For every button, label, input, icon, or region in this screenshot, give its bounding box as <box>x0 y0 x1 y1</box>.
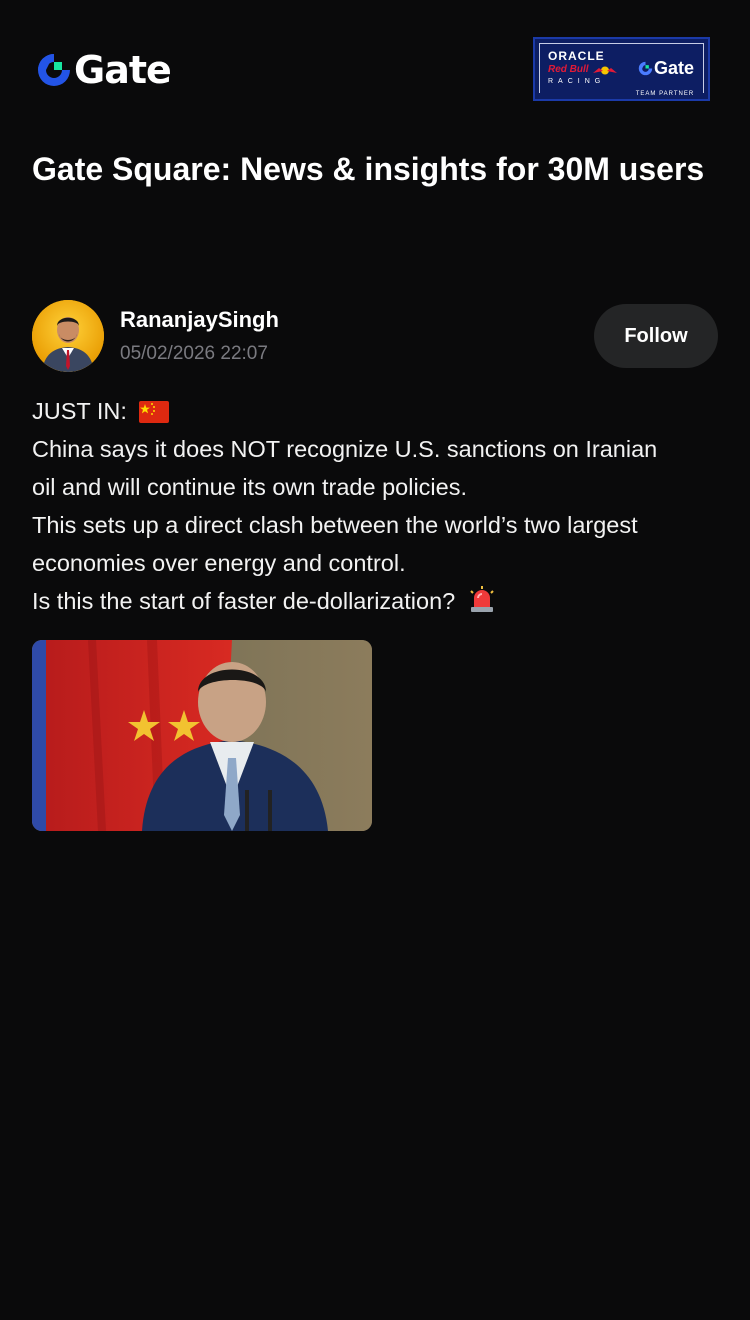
gate-logo-icon <box>38 54 70 86</box>
post-body: JUST IN: China says it does NOT recogniz… <box>32 392 722 620</box>
redbull-row: Red Bull <box>548 64 628 76</box>
post-line-text: Is this the start of faster de-dollariza… <box>32 588 456 614</box>
header: Gate ORACLE Red Bull RACING Gate TEAM PA… <box>0 0 750 140</box>
author-name[interactable]: RananjaySingh <box>120 306 279 334</box>
post-image[interactable] <box>32 640 372 831</box>
page-title: Gate Square: News & insights for 30M use… <box>32 151 705 187</box>
post-line: This sets up a direct clash between the … <box>32 512 638 538</box>
avatar[interactable] <box>32 300 104 372</box>
gate-mini-icon <box>638 61 653 75</box>
red-bull-icon <box>592 66 617 74</box>
post-line: oil and will continue its own trade poli… <box>32 474 467 500</box>
post-line-text: JUST IN: <box>32 398 127 424</box>
team-partner-text: TEAM PARTNER <box>635 91 695 97</box>
avatar-image <box>32 300 104 372</box>
racing-text: RACING <box>548 78 606 85</box>
page: Gate ORACLE Red Bull RACING Gate TEAM PA… <box>0 0 750 1320</box>
post-line: Is this the start of faster de-dollariza… <box>32 582 722 620</box>
partner-gate-logo: Gate <box>638 58 694 78</box>
post-timestamp: 05/02/2026 22:07 <box>120 343 268 364</box>
redbull-text: Red Bull <box>548 64 589 75</box>
post-line: China says it does NOT recognize U.S. sa… <box>32 436 658 462</box>
gate-logo[interactable]: Gate <box>36 48 172 92</box>
rotating-light-icon <box>470 586 494 612</box>
partner-badge-frame: ORACLE Red Bull RACING Gate <box>539 43 704 93</box>
post-line: JUST IN: <box>32 392 722 430</box>
redbull-racing-logo: ORACLE Red Bull RACING <box>548 50 628 86</box>
author-row: RananjaySingh 05/02/2026 22:07 Follow <box>32 300 718 372</box>
gate-logo-text: Gate <box>74 48 172 92</box>
china-flag-icon <box>139 401 170 423</box>
partner-gate-text: Gate <box>654 58 695 78</box>
follow-button[interactable]: Follow <box>594 304 718 368</box>
post-photo <box>32 640 372 831</box>
post-line: economies over energy and control. <box>32 550 406 576</box>
oracle-text: ORACLE <box>548 49 605 63</box>
oracle-redbull-partner-badge[interactable]: ORACLE Red Bull RACING Gate TEAM PARTNER <box>533 37 710 101</box>
